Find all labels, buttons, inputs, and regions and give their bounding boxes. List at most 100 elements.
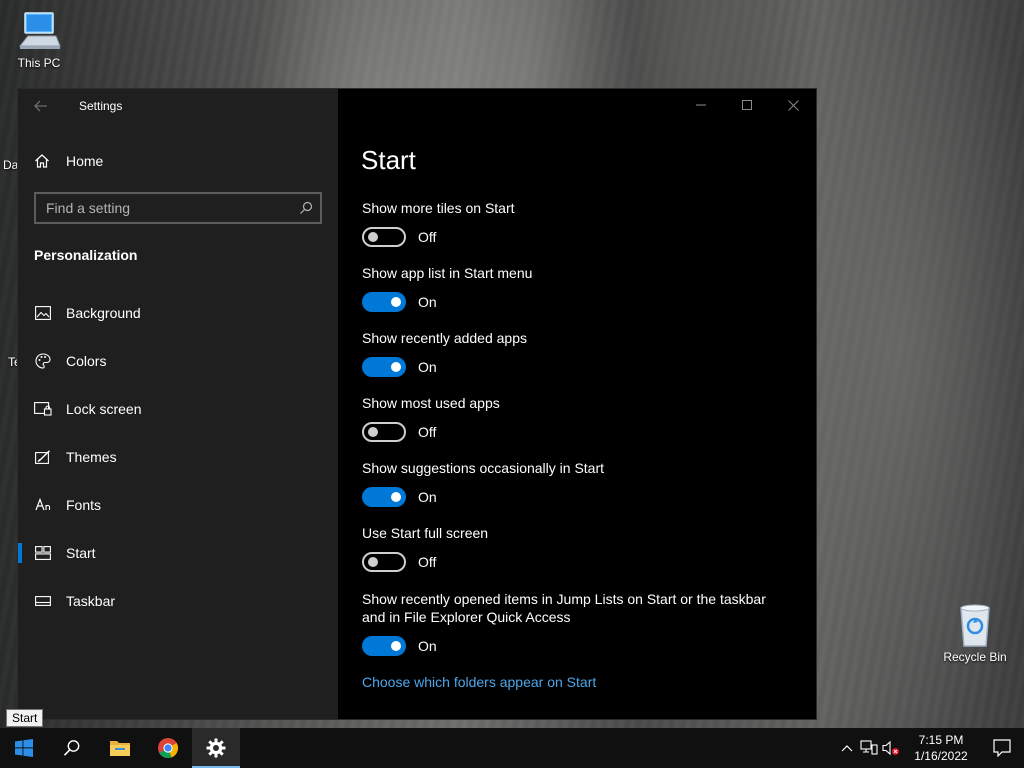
sidebar-item-themes[interactable]: Themes (18, 433, 338, 481)
toggle-state: Off (418, 229, 437, 245)
sidebar-item-taskbar[interactable]: Taskbar (18, 577, 338, 625)
back-button[interactable] (18, 89, 64, 123)
chrome-icon (158, 738, 179, 759)
window-controls (678, 89, 816, 121)
sidebar-item-label: Background (66, 305, 141, 321)
nav-home[interactable]: Home (18, 145, 338, 177)
sidebar-item-start[interactable]: Start (18, 529, 338, 577)
back-arrow-icon (34, 100, 47, 112)
taskbar-clock[interactable]: 7:15 PM 1/16/2022 (902, 732, 980, 764)
setting-label: Show suggestions occasionally in Start (362, 460, 605, 476)
home-label: Home (66, 153, 104, 169)
sidebar-item-colors[interactable]: Colors (18, 337, 338, 385)
sidebar-item-label: Lock screen (66, 401, 142, 417)
maximize-icon (742, 100, 752, 110)
setting-label: Use Start full screen (362, 525, 489, 541)
sidebar-item-fonts[interactable]: Fonts (18, 481, 338, 529)
image-icon (34, 306, 52, 320)
section-title-personalization: Personalization (34, 247, 138, 263)
toggle-row: On (362, 487, 604, 507)
recycle-bin-label: Recycle Bin (943, 650, 1007, 664)
sidebar-item-label: Colors (66, 353, 107, 369)
settings-sidebar: Settings Home Personalization Background (18, 89, 338, 719)
toggle-state: On (418, 638, 437, 654)
search-icon[interactable] (292, 201, 320, 215)
start-tooltip: Start (6, 709, 44, 727)
page-title: Start (361, 145, 416, 175)
jump-lists-toggle[interactable] (362, 636, 406, 656)
sidebar-item-label: Fonts (66, 497, 102, 513)
start-button[interactable] (0, 728, 48, 768)
themes-icon (34, 450, 52, 464)
choose-folders-link[interactable]: Choose which folders appear on Start (362, 674, 596, 690)
close-button[interactable] (770, 89, 816, 121)
setting-label: Show more tiles on Start (362, 200, 515, 216)
palette-icon (34, 353, 52, 369)
toggle-row: On (362, 292, 532, 312)
setting-jump-lists: Show recently opened items in Jump Lists… (362, 590, 766, 656)
sidebar-item-label: Themes (66, 449, 117, 465)
recently-added-toggle[interactable] (362, 357, 406, 377)
toggle-state: On (418, 359, 437, 375)
folder-icon (110, 741, 130, 756)
sidebar-item-lock-screen[interactable]: Lock screen (18, 385, 338, 433)
personalization-nav-list: Background Colors Lock screen Themes Fon… (18, 289, 338, 625)
settings-taskbar-button[interactable] (192, 728, 240, 768)
app-list-toggle[interactable] (362, 292, 406, 312)
toggle-state: On (418, 489, 437, 505)
setting-label: Show app list in Start menu (362, 265, 533, 281)
network-icon (860, 740, 878, 755)
show-hidden-icons-button[interactable] (836, 728, 858, 768)
clock-time: 7:15 PM (918, 733, 964, 747)
more-tiles-toggle[interactable] (362, 227, 406, 247)
maximize-button[interactable] (724, 89, 770, 121)
volume-muted-icon (882, 740, 899, 756)
this-pc-label: This PC (17, 56, 61, 70)
settings-content: Start Show more tiles on Start Off Show … (338, 89, 816, 719)
search-icon (63, 740, 80, 756)
close-icon (787, 99, 799, 111)
toggle-state: On (418, 294, 437, 310)
network-tray-button[interactable] (858, 728, 880, 768)
notification-icon (993, 739, 1011, 757)
start-layout-icon (34, 546, 52, 560)
toggle-state: Off (418, 424, 437, 440)
taskbar-icon (34, 596, 52, 606)
minimize-icon (696, 104, 706, 106)
volume-tray-button[interactable] (880, 728, 902, 768)
setting-label: Show recently opened items in Jump Lists… (362, 591, 766, 607)
minimize-button[interactable] (678, 89, 724, 121)
chrome-taskbar-button[interactable] (144, 728, 192, 768)
window-title: Settings (79, 99, 123, 113)
toggle-state: Off (418, 554, 437, 570)
file-explorer-taskbar-button[interactable] (96, 728, 144, 768)
search-taskbar-button[interactable] (48, 728, 96, 768)
clock-date: 1/16/2022 (914, 749, 968, 763)
fonts-icon (34, 498, 52, 512)
sidebar-item-label: Taskbar (66, 593, 116, 609)
sidebar-item-background[interactable]: Background (18, 289, 338, 337)
setting-full-screen: Use Start full screen Off (362, 524, 488, 572)
windows-logo-icon (15, 739, 33, 757)
this-pc-desktop-icon[interactable]: This PC (4, 10, 74, 70)
toggle-row: On (362, 357, 527, 377)
home-icon (34, 153, 52, 169)
setting-suggestions: Show suggestions occasionally in Start O… (362, 459, 604, 507)
most-used-toggle[interactable] (362, 422, 406, 442)
recycle-bin-desktop-icon[interactable]: Recycle Bin (940, 602, 1010, 664)
suggestions-toggle[interactable] (362, 487, 406, 507)
find-setting-search-box[interactable] (34, 192, 322, 224)
search-input[interactable] (36, 200, 292, 216)
setting-most-used: Show most used apps Off (362, 394, 500, 442)
settings-window: Settings Home Personalization Background (17, 88, 817, 720)
setting-app-list: Show app list in Start menu On (362, 264, 532, 312)
toggle-row: On (362, 636, 766, 656)
setting-label: Show most used apps (362, 395, 500, 411)
setting-recently-added: Show recently added apps On (362, 329, 527, 377)
sidebar-item-label: Start (66, 545, 96, 561)
setting-label: Show recently added apps (362, 330, 527, 346)
full-screen-toggle[interactable] (362, 552, 406, 572)
taskbar: 7:15 PM 1/16/2022 (0, 728, 1024, 768)
gear-icon (206, 738, 226, 758)
action-center-button[interactable] (980, 728, 1024, 768)
